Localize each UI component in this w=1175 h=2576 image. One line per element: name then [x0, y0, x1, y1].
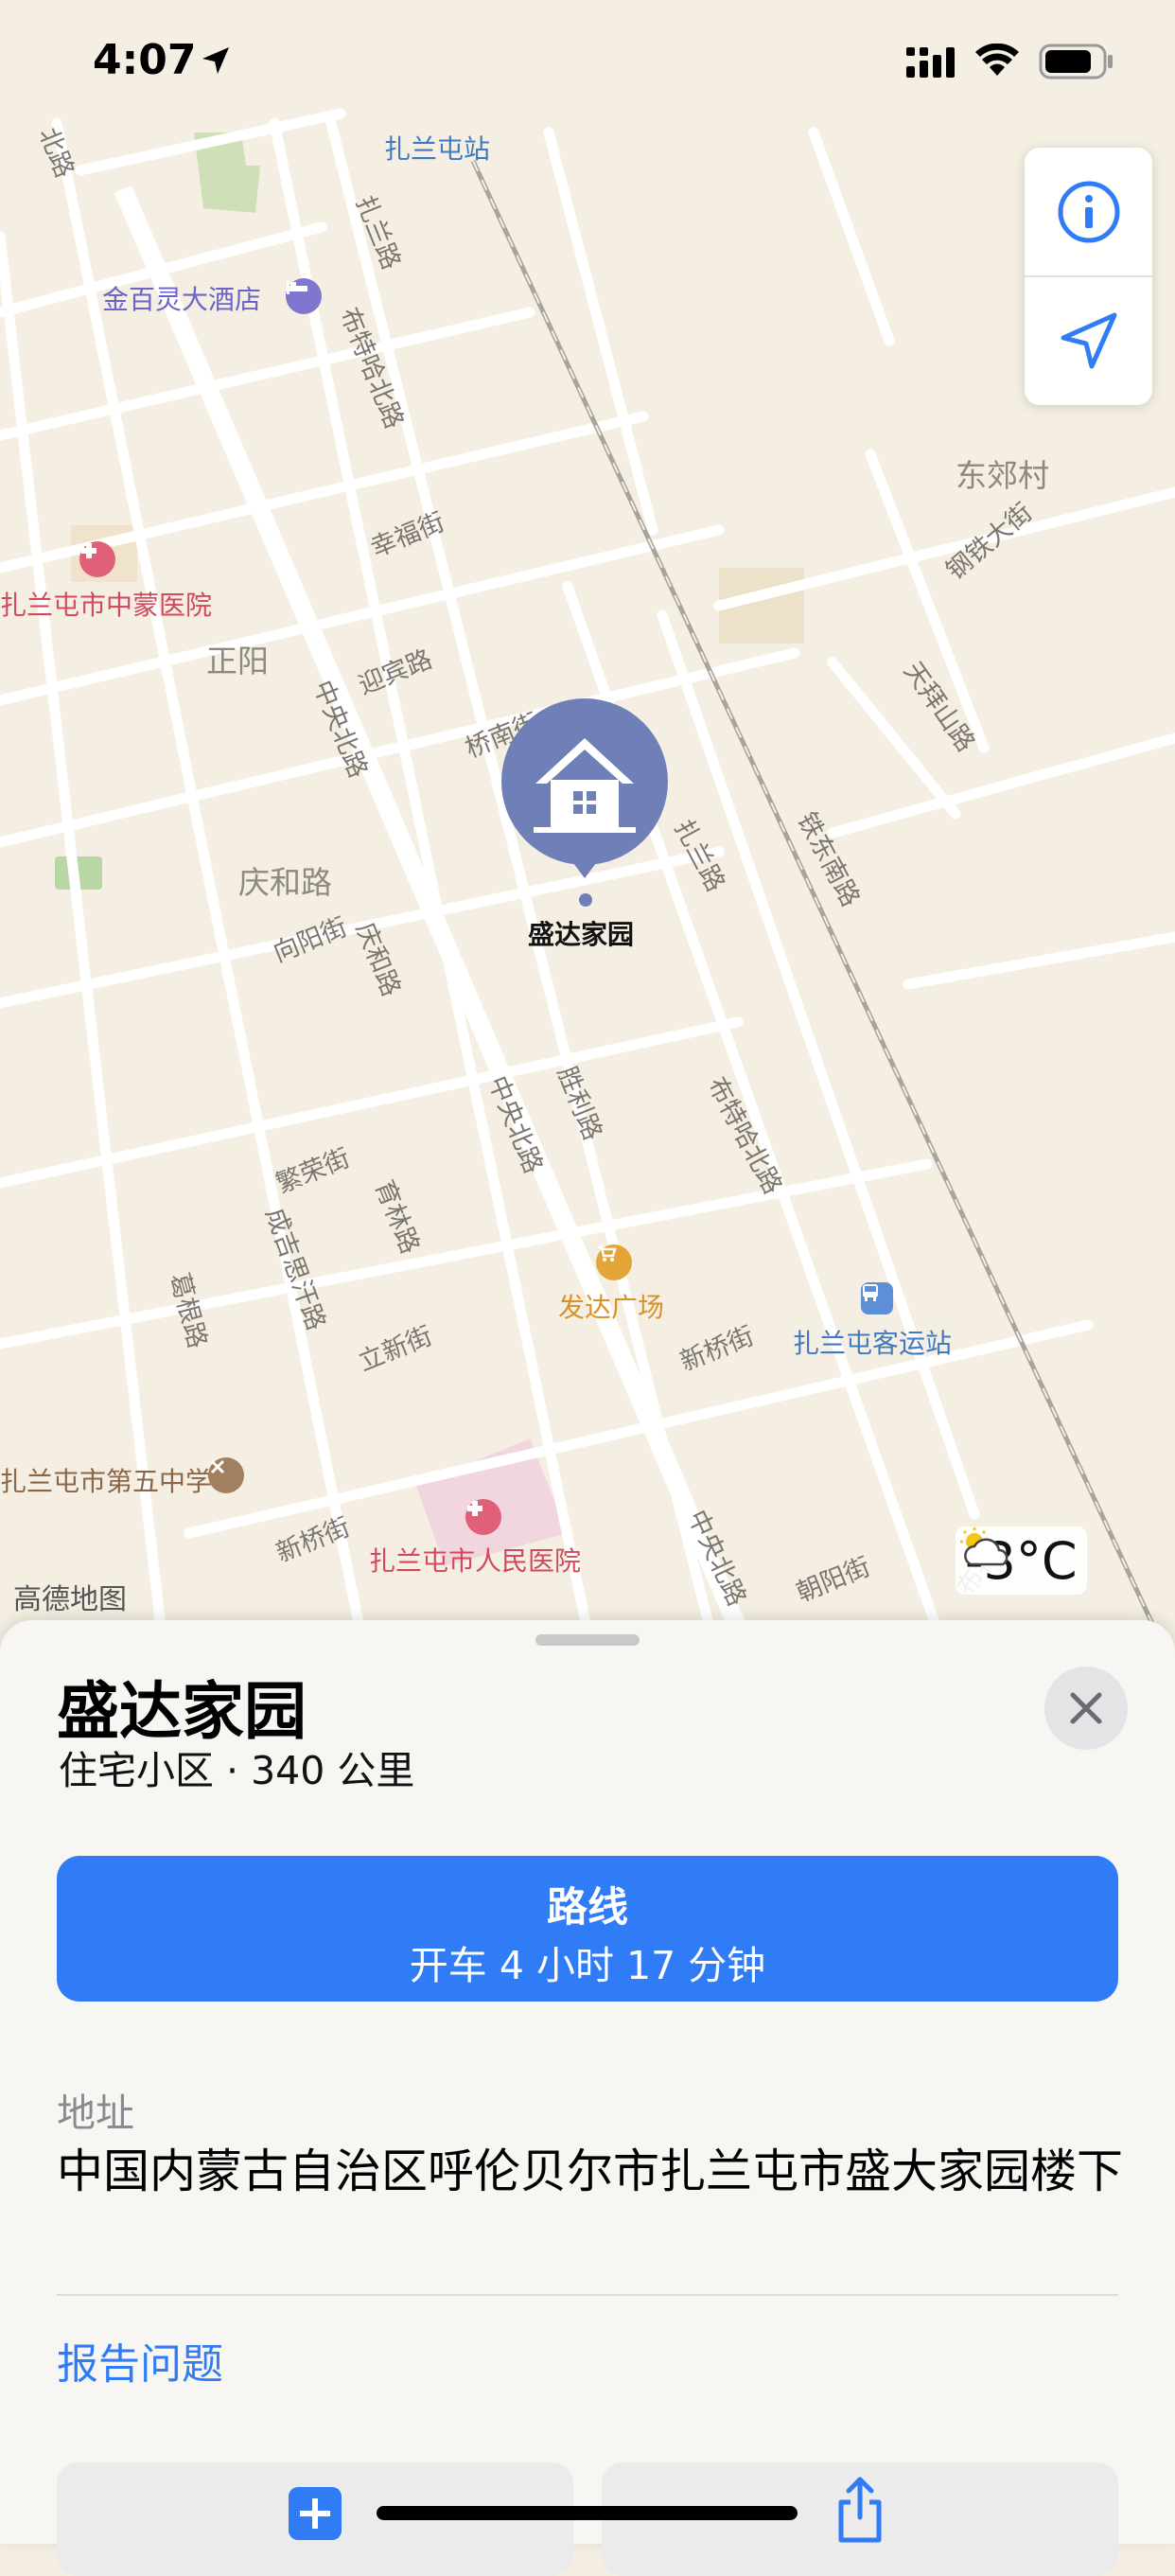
wifi-icon — [975, 44, 1019, 76]
directions-button[interactable]: 路线 开车 4 小时 17 分钟 — [57, 1856, 1118, 2002]
address-value: 中国内蒙古自治区呼伦贝尔市扎兰屯市盛大家园楼下 — [57, 2144, 1124, 2198]
directions-title: 路线 — [547, 1884, 628, 1932]
school-icon[interactable] — [208, 1457, 244, 1493]
poi-label-station[interactable]: 扎兰屯站 — [384, 129, 490, 167]
share-icon — [838, 2477, 882, 2543]
section-divider — [57, 2294, 1118, 2296]
sheet-grabber[interactable] — [535, 1634, 640, 1646]
pin-label: 盛达家园 — [528, 919, 635, 950]
close-button[interactable] — [1044, 1667, 1128, 1750]
place-subtitle: 住宅小区 · 340 公里 — [59, 1748, 415, 1793]
area-label: 正阳 — [206, 643, 269, 679]
status-bar: 4:07 — [0, 0, 1175, 123]
status-time: 4:07 — [93, 36, 197, 84]
poi-label-hotel[interactable]: 金百灵大酒店 — [102, 279, 261, 317]
map-controls — [1025, 148, 1152, 405]
address-label: 地址 — [57, 2091, 134, 2136]
plus-icon — [289, 2487, 342, 2540]
poi-label-school[interactable]: 扎兰屯市第五中学 — [0, 1461, 212, 1499]
map-provider-logo: 高德地图 — [13, 1583, 127, 1616]
area-label: 东郊村 — [956, 457, 1049, 494]
home-indicator — [377, 2506, 798, 2520]
location-arrow-icon — [202, 47, 229, 74]
weather-widget: -3°C — [956, 1526, 1087, 1595]
map-view[interactable]: 东郊村 正阳 庆和路 北路 扎兰路 布特哈北路 幸福街 迎宾路 桥南街 中央北路… — [0, 0, 1175, 1628]
hospital-icon[interactable] — [79, 541, 115, 577]
pin-dot — [579, 893, 592, 907]
selected-place-pin[interactable] — [500, 698, 670, 897]
partly-cloudy-sun-icon — [960, 1527, 1008, 1566]
poi-label-hospital[interactable]: 扎兰屯市中蒙医院 — [0, 585, 212, 623]
current-location-button[interactable] — [1025, 276, 1152, 405]
hospital-icon[interactable] — [465, 1499, 501, 1535]
poi-label-peoples-hospital[interactable]: 扎兰屯市人民医院 — [369, 1541, 581, 1579]
battery-icon — [1039, 44, 1113, 79]
house-icon — [501, 698, 668, 878]
report-issue-link[interactable]: 报告问题 — [57, 2330, 223, 2391]
poi-label-plaza[interactable]: 发达广场 — [558, 1287, 664, 1325]
location-arrow-icon — [1061, 312, 1116, 369]
cellular-signal-icon — [906, 47, 955, 78]
info-icon — [1058, 181, 1119, 243]
place-card-sheet: 盛达家园 住宅小区 · 340 公里 路线 开车 4 小时 17 分钟 地址 中… — [0, 1620, 1175, 2576]
directions-eta: 开车 4 小时 17 分钟 — [409, 1943, 766, 1988]
bed-icon[interactable] — [286, 278, 322, 314]
bus-icon[interactable] — [861, 1282, 893, 1314]
close-icon — [1070, 1692, 1102, 1724]
shopping-cart-icon[interactable] — [596, 1244, 632, 1280]
poi-label-bus-station[interactable]: 扎兰屯客运站 — [793, 1323, 952, 1361]
map-info-button[interactable] — [1025, 148, 1152, 276]
area-label: 庆和路 — [238, 864, 332, 901]
